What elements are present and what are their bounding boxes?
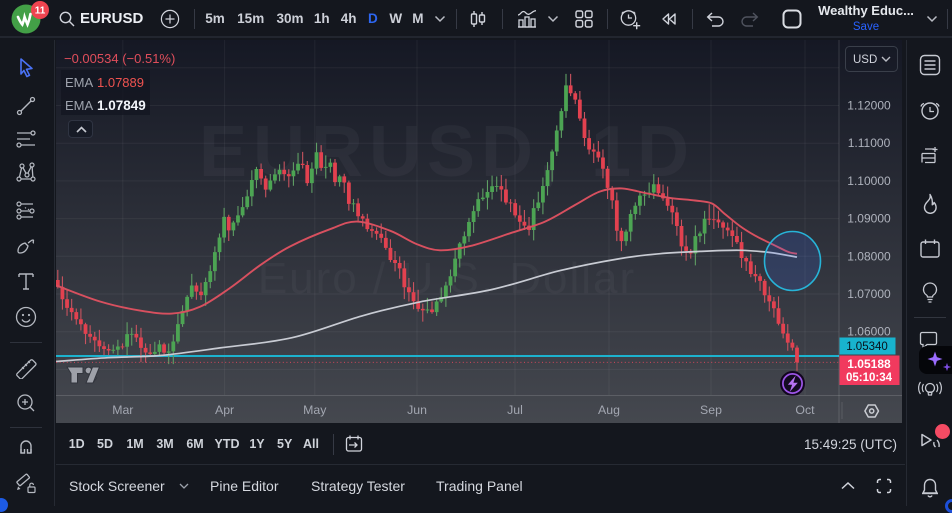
svg-text:05:10:34: 05:10:34 [846,372,893,384]
svg-text:1.06000: 1.06000 [847,325,891,339]
svg-text:May: May [303,403,327,417]
svg-text:Jul: Jul [507,403,523,417]
svg-text:USD: USD [853,54,877,66]
svg-text:1.11000: 1.11000 [848,136,891,150]
svg-text:11: 11 [35,6,46,17]
svg-text:Jun: Jun [407,403,427,417]
svg-text:Sep: Sep [700,403,722,417]
svg-text:Mar: Mar [112,403,133,417]
svg-text:Aug: Aug [598,403,620,417]
svg-text:1.12000: 1.12000 [847,99,891,113]
svg-text:1.05340: 1.05340 [846,341,888,353]
svg-text:1.08000: 1.08000 [847,249,891,263]
svg-text:Apr: Apr [215,403,234,417]
svg-text:1.07000: 1.07000 [847,287,891,301]
svg-text:Oct: Oct [795,403,815,417]
svg-text:1.09000: 1.09000 [847,212,891,226]
svg-text:1.05188: 1.05188 [847,357,891,371]
svg-text:1.10000: 1.10000 [847,174,891,188]
